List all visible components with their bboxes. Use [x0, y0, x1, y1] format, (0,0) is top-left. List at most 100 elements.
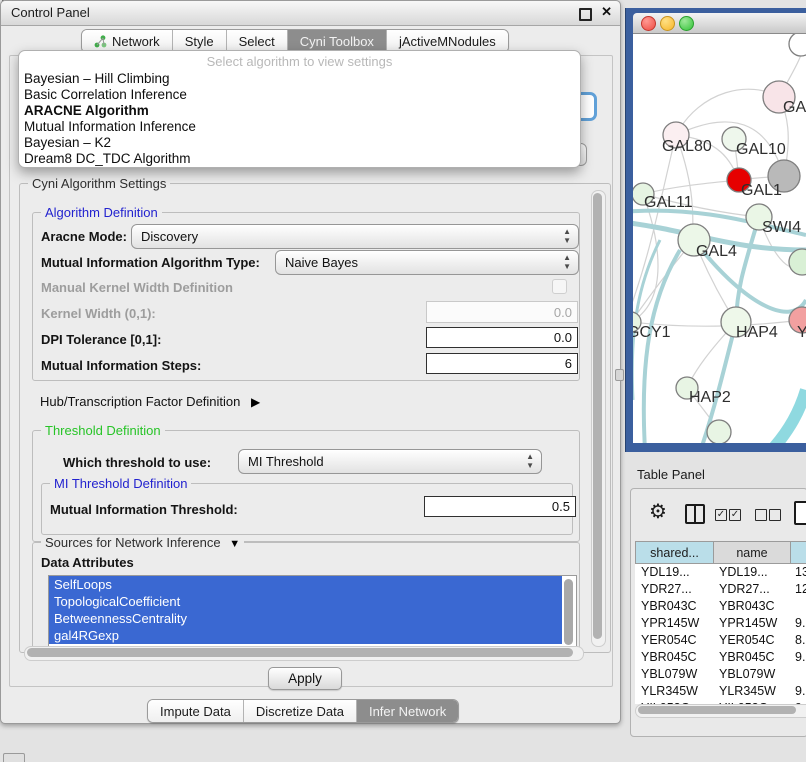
list-item[interactable]: gal4RGexp	[49, 627, 562, 644]
column-header-name[interactable]: name	[713, 541, 791, 564]
settings-vertical-scrollbar[interactable]	[591, 190, 606, 647]
table-row[interactable]: YBR045CYBR045C9.	[635, 649, 806, 666]
maximize-traffic-light[interactable]	[679, 16, 694, 31]
close-icon[interactable]: ✕	[601, 4, 612, 20]
mi-steps-label: Mutual Information Steps:	[41, 358, 201, 373]
network-node[interactable]	[707, 420, 731, 443]
algorithm-option[interactable]: Dream8 DC_TDC Algorithm	[24, 151, 191, 166]
dropdown-hint: Select algorithm to view settings	[19, 54, 580, 69]
list-item[interactable]: TopologicalCoefficient	[49, 593, 562, 610]
group-title: Cyni Algorithm Settings	[28, 176, 170, 191]
list-scrollbar-thumb[interactable]	[564, 579, 573, 645]
node-label: SWI4	[762, 219, 801, 237]
group-title: Algorithm Definition	[41, 205, 162, 220]
tab-network[interactable]: Network	[82, 30, 172, 52]
columns-icon[interactable]	[685, 504, 705, 524]
hub-definition-expander[interactable]: Hub/Transcription Factor Definition ▶	[40, 394, 260, 409]
list-item[interactable]: SelfLoops	[49, 576, 562, 593]
panel-splitter-grip[interactable]	[615, 369, 624, 381]
table-panel-title: Table Panel	[637, 467, 705, 482]
table-row[interactable]: YBL079WYBL079W	[635, 666, 806, 683]
panel-title: Control Panel	[11, 5, 90, 20]
application-root: Control Panel ✕ Network Style Select Cyn…	[0, 0, 806, 762]
float-window-icon[interactable]	[579, 8, 592, 21]
manual-kernel-checkbox[interactable]	[552, 279, 567, 294]
list-item[interactable]: BetweennessCentrality	[49, 610, 562, 627]
manual-kernel-label: Manual Kernel Width Definition	[41, 280, 233, 295]
node-label: GAL80	[662, 138, 712, 156]
scrollbar-thumb[interactable]	[27, 648, 573, 657]
mi-type-label: Mutual Information Algorithm Type:	[41, 255, 260, 270]
tab-impute-data[interactable]: Impute Data	[148, 700, 243, 722]
column-header-avg[interactable]: A	[790, 541, 806, 564]
table-row[interactable]: YDR27...YDR27...12	[635, 581, 806, 598]
tab-jactivemnodules[interactable]: jActiveMNodules	[386, 30, 508, 52]
network-canvas[interactable]: GAL GAL80 GAL10 GAL1 GAL11 SWI4 GAL4 GCY…	[633, 34, 806, 443]
aracne-mode-label: Aracne Mode:	[41, 229, 127, 244]
group-title: Threshold Definition	[41, 423, 165, 438]
control-panel-titlebar: Control Panel ✕	[1, 1, 620, 26]
algorithm-definition-group: Algorithm Definition Aracne Mode: Discov…	[32, 212, 580, 381]
tab-infer-network[interactable]: Infer Network	[356, 700, 458, 722]
scrollbar-thumb[interactable]	[593, 193, 602, 639]
node-label: HAP2	[689, 389, 731, 407]
settings-horizontal-scrollbar[interactable]	[24, 646, 584, 661]
scrollbar-thumb[interactable]	[638, 706, 796, 714]
table-row[interactable]: YPR145WYPR145W9.	[635, 615, 806, 632]
mi-threshold-label: Mutual Information Threshold:	[50, 502, 238, 517]
tab-select[interactable]: Select	[226, 30, 287, 52]
column-header-shared-name[interactable]: shared...	[635, 541, 714, 564]
group-title: MI Threshold Definition	[50, 476, 191, 491]
tab-cyni-toolbox[interactable]: Cyni Toolbox	[287, 30, 386, 52]
minimize-traffic-light[interactable]	[660, 16, 675, 31]
kernel-width-field[interactable]: 0.0	[426, 301, 578, 323]
tab-style[interactable]: Style	[172, 30, 226, 52]
mi-threshold-group: MI Threshold Definition Mutual Informati…	[41, 483, 573, 535]
algorithm-option[interactable]: Bayesian – Hill Climbing	[24, 71, 170, 86]
algorithm-dropdown-popup: Select algorithm to view settings Bayesi…	[18, 50, 581, 168]
network-graph	[633, 34, 806, 443]
network-window-titlebar	[633, 13, 806, 34]
checked-checkbox-icon[interactable]: ✓	[729, 509, 741, 521]
threshold-definition-group: Threshold Definition Which threshold to …	[32, 430, 580, 542]
spinner-icon: ▲▼	[563, 253, 571, 271]
apply-button[interactable]: Apply	[268, 667, 342, 690]
gear-icon[interactable]: ⚙	[649, 499, 667, 524]
aracne-mode-combobox[interactable]: Discovery ▲▼	[131, 224, 579, 249]
network-node[interactable]	[789, 249, 806, 275]
spinner-icon: ▲▼	[563, 227, 571, 245]
unchecked-checkbox-icon[interactable]	[755, 509, 767, 521]
algorithm-option[interactable]: Mutual Information Inference	[24, 119, 196, 134]
table-body: YDL19...YDL19...13 YDR27...YDR27...12 YB…	[635, 564, 806, 704]
algorithm-option[interactable]: Bayesian – K2	[24, 135, 111, 150]
mi-steps-field[interactable]: 6	[426, 353, 578, 374]
mi-threshold-field[interactable]: 0.5	[424, 496, 576, 517]
chevron-right-icon: ▶	[251, 395, 260, 409]
tab-discretize-data[interactable]: Discretize Data	[243, 700, 356, 722]
tab-label: Network	[112, 34, 160, 49]
network-node[interactable]	[789, 34, 806, 56]
node-label: GCY1	[633, 324, 671, 342]
close-traffic-light[interactable]	[641, 16, 656, 31]
algorithm-option-selected[interactable]: ARACNE Algorithm	[24, 103, 149, 118]
sources-expander[interactable]: Sources for Network Inference ▼	[41, 535, 244, 550]
node-label: GAL11	[644, 194, 693, 212]
mi-type-combobox[interactable]: Naive Bayes ▲▼	[275, 250, 579, 275]
minimized-panel-icon[interactable]	[3, 753, 25, 762]
table-row[interactable]: YDL19...YDL19...13	[635, 564, 806, 581]
which-threshold-combobox[interactable]: MI Threshold ▲▼	[238, 449, 542, 474]
table-horizontal-scrollbar[interactable]	[635, 704, 806, 718]
kernel-width-label: Kernel Width (0,1):	[41, 306, 156, 321]
node-label: GAL	[783, 99, 806, 117]
unchecked-checkbox-icon[interactable]	[769, 509, 781, 521]
dpi-tolerance-field[interactable]: 0.0	[426, 327, 578, 348]
table-row[interactable]: YLR345WYLR345W9.	[635, 683, 806, 700]
checked-checkbox-icon[interactable]: ✓	[715, 509, 727, 521]
node-label: GAL10	[736, 141, 786, 159]
document-icon[interactable]	[794, 501, 806, 525]
bottom-tabs: Impute Data Discretize Data Infer Networ…	[147, 699, 459, 723]
algorithm-option[interactable]: Basic Correlation Inference	[24, 87, 187, 102]
table-row[interactable]: YER054CYER054C8.	[635, 632, 806, 649]
table-row[interactable]: YBR043CYBR043C	[635, 598, 806, 615]
node-label: GAL4	[696, 243, 737, 261]
